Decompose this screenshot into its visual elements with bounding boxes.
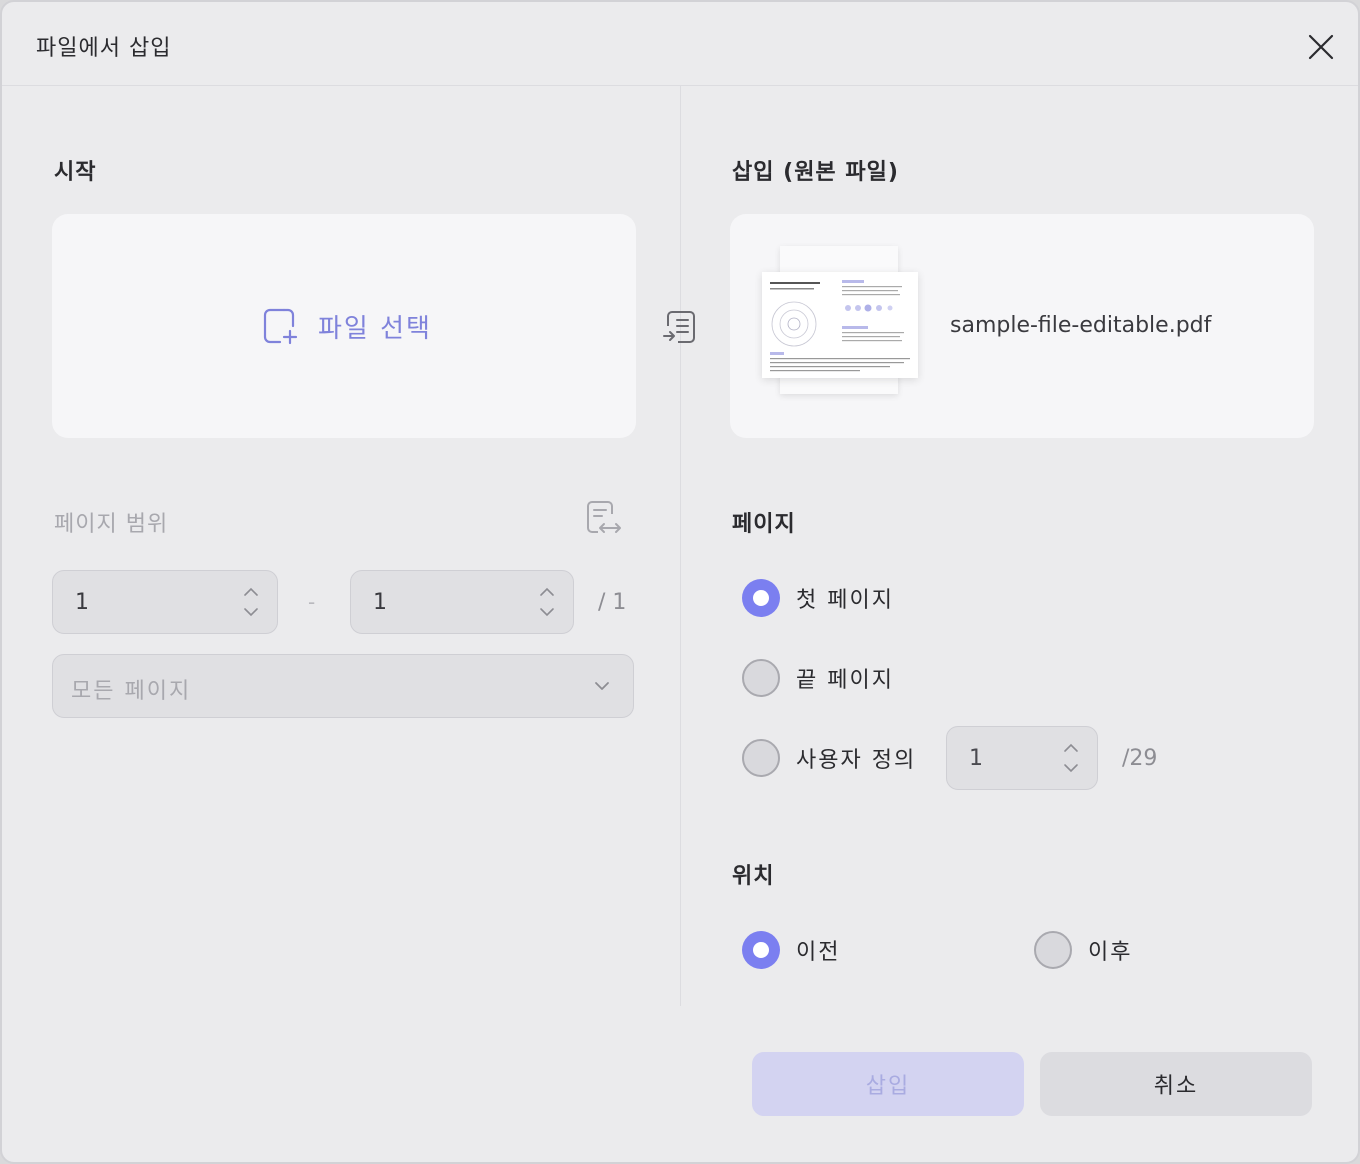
radio-custom-page-label: 사용자 정의 bbox=[796, 748, 917, 773]
source-file-card: sample-file-editable.pdf bbox=[730, 214, 1314, 438]
cancel-button[interactable]: 취소 bbox=[1040, 1052, 1312, 1116]
position-heading: 위치 bbox=[732, 864, 775, 889]
insert-source-heading: 삽입 (원본 파일) bbox=[732, 160, 899, 185]
range-from-stepper[interactable]: 1 bbox=[52, 570, 278, 634]
radio-button[interactable] bbox=[1034, 931, 1072, 969]
custom-page-value: 1 bbox=[969, 746, 983, 771]
insert-button[interactable]: 삽입 bbox=[752, 1052, 1024, 1116]
radio-before-label: 이전 bbox=[796, 940, 841, 965]
pages-heading: 페이지 bbox=[732, 512, 796, 537]
page-filter-dropdown[interactable]: 모든 페이지 bbox=[52, 654, 634, 718]
start-heading: 시작 bbox=[54, 160, 97, 185]
radio-button-selected[interactable] bbox=[742, 931, 780, 969]
radio-after-label: 이후 bbox=[1088, 940, 1133, 965]
range-swap-icon bbox=[584, 498, 624, 538]
radio-last-page[interactable]: 끝 페이지 bbox=[742, 659, 894, 697]
swap-files-button[interactable] bbox=[660, 306, 702, 348]
swap-document-icon bbox=[663, 311, 695, 343]
file-thumbnail bbox=[762, 272, 918, 378]
close-icon bbox=[1308, 34, 1334, 60]
range-from-value: 1 bbox=[75, 590, 89, 615]
choose-file-button[interactable]: 파일 선택 bbox=[262, 306, 432, 346]
radio-first-page[interactable]: 첫 페이지 bbox=[742, 579, 894, 617]
page-range-heading: 페이지 범위 bbox=[54, 512, 169, 537]
range-to-value: 1 bbox=[373, 590, 387, 615]
range-separator: - bbox=[308, 590, 316, 614]
radio-last-page-label: 끝 페이지 bbox=[796, 668, 894, 693]
radio-button[interactable] bbox=[742, 659, 780, 697]
custom-page-stepper[interactable]: 1 bbox=[946, 726, 1098, 790]
radio-button-selected[interactable] bbox=[742, 579, 780, 617]
dialog-title: 파일에서 삽입 bbox=[36, 36, 172, 61]
page-filter-value: 모든 페이지 bbox=[71, 679, 192, 704]
close-button[interactable] bbox=[1300, 26, 1342, 68]
insert-from-file-dialog: 파일에서 삽입 시작 파일 선택 페이지 범위 1 - 1 / 1 모든 페이지… bbox=[0, 0, 1360, 1164]
stepper-arrows-icon[interactable] bbox=[243, 585, 259, 619]
stepper-arrows-icon[interactable] bbox=[539, 585, 555, 619]
radio-custom-page[interactable]: 사용자 정의 bbox=[742, 739, 916, 777]
range-to-stepper[interactable]: 1 bbox=[350, 570, 574, 634]
choose-file-area[interactable]: 파일 선택 bbox=[52, 214, 636, 438]
stepper-arrows-icon[interactable] bbox=[1063, 741, 1079, 775]
chevron-down-icon bbox=[595, 682, 609, 690]
panel-divider bbox=[680, 86, 681, 1006]
pdf-page-thumbnail-icon bbox=[770, 280, 910, 372]
dialog-titlebar: 파일에서 삽입 bbox=[2, 2, 1358, 86]
radio-first-page-label: 첫 페이지 bbox=[796, 588, 894, 613]
range-total: / 1 bbox=[598, 590, 627, 615]
radio-button[interactable] bbox=[742, 739, 780, 777]
add-file-icon bbox=[263, 308, 298, 345]
radio-after[interactable]: 이후 bbox=[1034, 931, 1132, 969]
choose-file-label: 파일 선택 bbox=[318, 313, 432, 344]
source-file-name: sample-file-editable.pdf bbox=[950, 313, 1212, 338]
custom-page-total: /29 bbox=[1122, 746, 1158, 771]
radio-before[interactable]: 이전 bbox=[742, 931, 840, 969]
